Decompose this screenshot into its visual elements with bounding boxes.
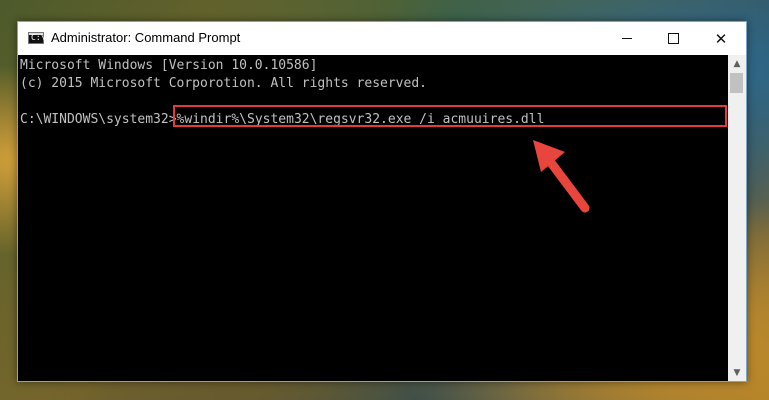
chevron-down-icon: ▼ xyxy=(733,367,741,378)
minimize-button[interactable] xyxy=(604,22,650,55)
title-bar[interactable]: C:\ Administrator: Command Prompt ✕ xyxy=(18,22,746,55)
console-line: (c) 2015 Microsoft Corporotion. All righ… xyxy=(20,76,427,91)
prompt-text: C:\WINDOWS\system32> xyxy=(20,112,177,127)
scroll-down-button[interactable]: ▼ xyxy=(728,364,746,381)
console-line: Microsoft Windows [Version 10.0.10586] xyxy=(20,58,318,73)
window-title: Administrator: Command Prompt xyxy=(51,30,241,45)
maximize-button[interactable] xyxy=(650,22,696,55)
scrollbar-thumb[interactable] xyxy=(730,73,743,93)
close-button[interactable]: ✕ xyxy=(696,22,746,55)
close-icon: ✕ xyxy=(714,29,728,48)
chevron-up-icon: ▲ xyxy=(733,58,741,69)
command-highlight-box xyxy=(173,105,727,127)
console-output[interactable]: Microsoft Windows [Version 10.0.10586] (… xyxy=(18,55,728,381)
pointer-arrow-icon xyxy=(533,140,590,213)
vertical-scrollbar[interactable]: ▲ ▼ xyxy=(728,55,746,381)
minimize-icon xyxy=(622,38,632,39)
command-prompt-window: C:\ Administrator: Command Prompt ✕ Micr… xyxy=(17,21,747,382)
scroll-up-button[interactable]: ▲ xyxy=(728,55,746,72)
maximize-icon xyxy=(667,33,679,44)
cmd-icon: C:\ xyxy=(28,32,45,44)
